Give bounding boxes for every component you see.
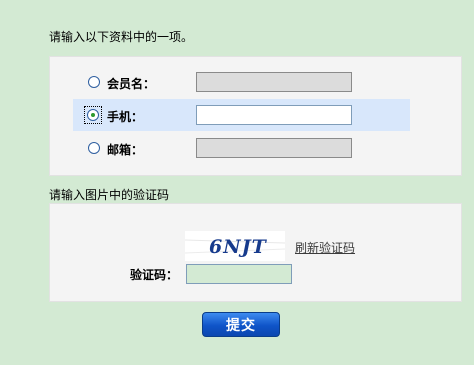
captcha-text: 6NJT — [209, 236, 268, 258]
form-instruction: 请输入以下资料中的一项。 — [49, 30, 194, 44]
captcha-code-label: 验证码： — [130, 268, 179, 282]
refresh-captcha-link[interactable]: 刷新验证码 — [295, 239, 355, 256]
radio-member-name[interactable] — [88, 76, 100, 88]
member-name-label: 会员名： — [107, 77, 156, 91]
radio-email[interactable] — [88, 142, 100, 154]
mobile-input[interactable] — [196, 105, 352, 125]
member-name-input[interactable] — [196, 72, 352, 92]
mobile-label: 手机： — [107, 110, 144, 124]
captcha-instruction: 请输入图片中的验证码 — [49, 188, 170, 202]
email-label: 邮箱： — [107, 143, 144, 157]
captcha-image: 6NJT — [184, 231, 286, 261]
radio-mobile[interactable] — [87, 109, 99, 121]
email-input[interactable] — [196, 138, 352, 158]
captcha-code-input[interactable] — [186, 264, 292, 284]
submit-button[interactable]: 提交 — [202, 312, 280, 337]
